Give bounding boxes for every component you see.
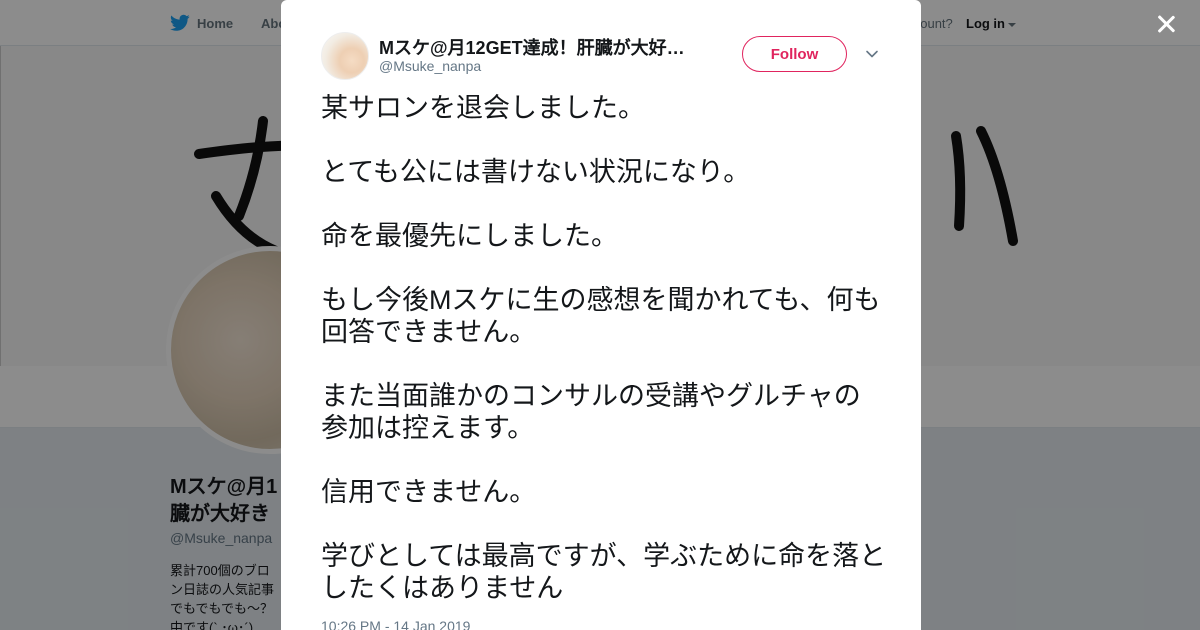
author-handle[interactable]: @Msuke_nanpa xyxy=(379,58,481,74)
chevron-down-icon[interactable] xyxy=(865,47,879,61)
author-name[interactable]: Mスケ@月12GET達成！肝臓が大好き… xyxy=(379,34,699,60)
author-avatar[interactable] xyxy=(321,32,369,80)
tweet-timestamp[interactable]: 10:26 PM - 14 Jan 2019 xyxy=(321,618,470,630)
tweet-text: 某サロンを退会しました。 とても公には書けない状況になり。 命を最優先にしました… xyxy=(321,93,887,603)
tweet-permalink-modal: Mスケ@月12GET達成！肝臓が大好き… @Msuke_nanpa Follow… xyxy=(281,0,921,630)
follow-button[interactable]: Follow xyxy=(742,36,847,72)
close-icon[interactable] xyxy=(1152,10,1180,38)
